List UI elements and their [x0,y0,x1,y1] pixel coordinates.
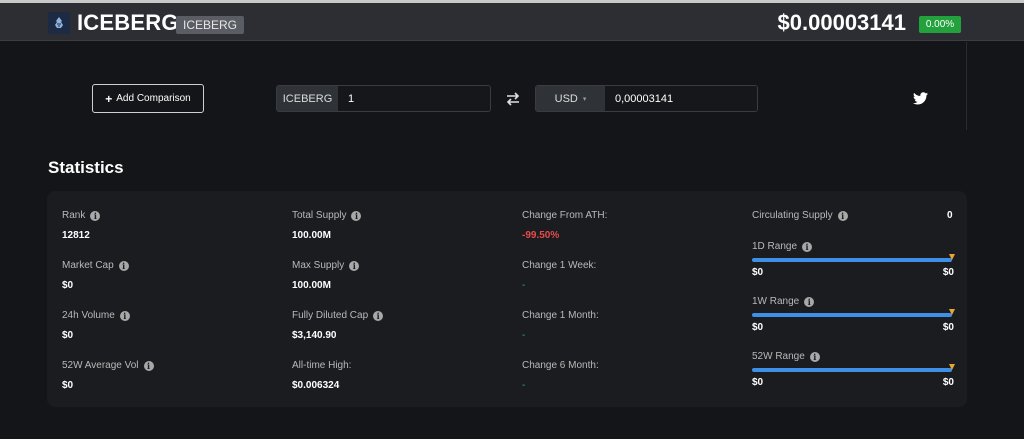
info-icon[interactable]: i [837,210,848,221]
currency-select-value: USD [554,92,578,105]
info-icon[interactable]: i [118,260,129,271]
stat-label: Max Supply [292,260,345,271]
range-label: 1W Range [752,296,800,307]
stat-value: - [522,380,526,391]
stat-rank: Rank i 12812 [62,210,101,241]
stat-label: 52W Average Vol [62,360,139,371]
stat-value: 100.00M [292,280,331,291]
range-52w: 52W Range i $0 $0 [752,351,956,388]
stat-label: Total Supply [292,210,347,221]
stat-label: Circulating Supply [752,210,833,221]
stat-label: 24h Volume [62,310,115,321]
range-marker [949,254,955,260]
stat-market-cap: Market Cap i $0 [62,260,129,291]
range-bar [752,309,955,317]
coin-name: ICEBERG [77,10,179,35]
twitter-icon[interactable] [913,92,928,105]
stat-label: Fully Diluted Cap [292,310,369,321]
plus-icon: + [105,91,113,106]
currency-select[interactable]: USD ▾ [536,86,605,111]
stat-total-supply: Total Supply i 100.00M [292,210,362,241]
divider [966,42,967,130]
stat-change-1-month: Change 1 Month: - [522,310,599,341]
stat-24h-volume: 24h Volume i $0 [62,310,130,341]
price-change-badge: 0.00% [919,16,961,33]
converter-from-input[interactable] [338,86,490,111]
header-bar: ICEBERG ICEBERG $0.00003141 0.00% [0,3,1024,41]
circulating-supply-value: 0 [947,210,953,221]
range-label: 52W Range [752,351,805,362]
stat-change-from-ath: Change From ATH: -99.50% [522,210,607,241]
info-icon[interactable]: i [119,310,130,321]
info-icon[interactable]: i [804,296,815,307]
range-bar [752,364,955,372]
stat-value: 100.00M [292,230,331,241]
range-marker [949,309,955,315]
stat-label: Change 1 Month: [522,310,599,321]
converter-to: USD ▾ [535,85,758,112]
add-comparison-button[interactable]: + Add Comparison [92,84,204,113]
stat-value: $0.006324 [292,380,340,391]
statistics-heading: Statistics [48,158,124,177]
stat-value: -99.50% [522,230,560,241]
stat-max-supply: Max Supply i 100.00M [292,260,360,291]
current-price: $0.00003141 [777,10,906,35]
converter-from: ICEBERG [276,85,491,112]
stat-label: All-time High: [292,360,352,371]
info-icon[interactable]: i [143,360,154,371]
range-marker [949,364,955,370]
info-icon[interactable]: i [373,310,384,321]
info-icon[interactable]: i [351,210,362,221]
converter-to-input[interactable] [605,86,757,111]
range-label: 1D Range [752,241,798,252]
range-low: $0 [752,267,764,278]
range-1w: 1W Range i $0 $0 [752,296,956,333]
info-icon[interactable]: i [90,210,101,221]
stat-value: $0 [62,330,74,341]
stat-change-6-month: Change 6 Month: - [522,360,599,391]
range-bar [752,254,955,262]
stat-all-time-high: All-time High: $0.006324 [292,360,351,391]
range-high: $0 [942,267,954,278]
stat-value: - [522,280,526,291]
stat-label: Market Cap [62,260,114,271]
add-comparison-label: Add Comparison [116,93,191,104]
stat-fully-diluted-cap: Fully Diluted Cap i $3,140.90 [292,310,384,341]
chevron-down-icon: ▾ [582,95,587,103]
stat-label: Change 6 Month: [522,360,599,371]
info-icon[interactable]: i [349,260,360,271]
converter-from-label: ICEBERG [277,86,338,111]
stat-label: Change 1 Week: [522,260,597,271]
stat-value: - [522,330,526,341]
range-low: $0 [752,377,764,388]
stat-value: 12812 [62,230,90,241]
stat-label: Rank [62,210,86,221]
stat-52w-average-vol: 52W Average Vol i $0 [62,360,154,391]
swap-icon[interactable] [505,91,521,107]
range-high: $0 [942,377,954,388]
coin-logo-icon [48,12,70,34]
stat-value: $3,140.90 [292,330,337,341]
stat-change-1-week: Change 1 Week: - [522,260,596,291]
info-icon[interactable]: i [802,241,813,252]
stat-value: $0 [62,280,74,291]
stat-circulating-supply: Circulating Supply i [752,210,848,221]
range-high: $0 [942,322,954,333]
stat-label: Change From ATH: [522,210,608,221]
range-1d: 1D Range i $0 $0 [752,241,956,278]
stat-value: $0 [62,380,74,391]
range-low: $0 [752,322,764,333]
info-icon[interactable]: i [809,351,820,362]
coin-symbol-badge: ICEBERG [176,16,245,34]
